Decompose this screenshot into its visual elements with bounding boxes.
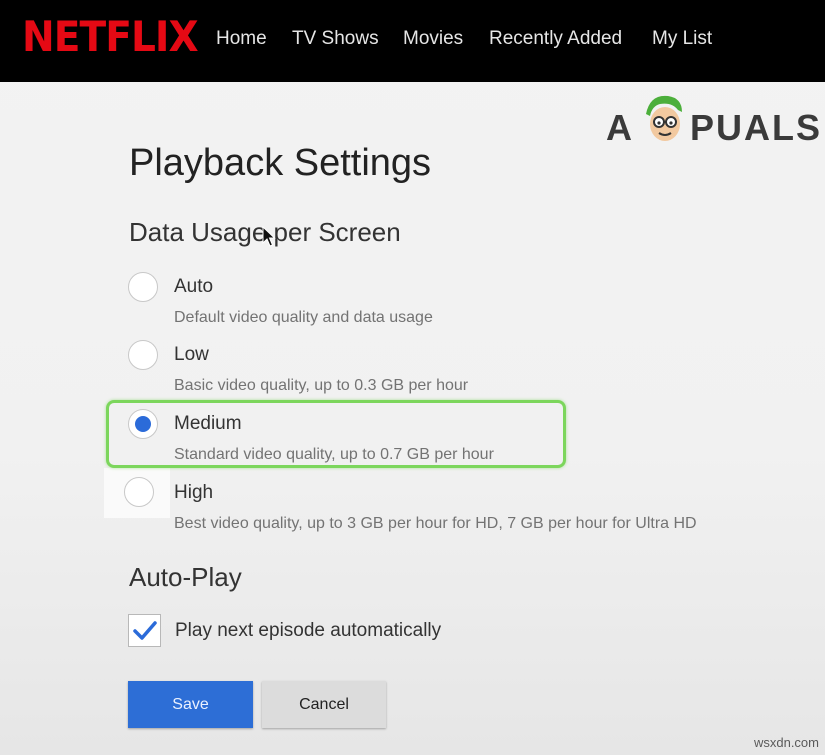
- radio-label-low: Low: [174, 344, 209, 365]
- radio-button-high[interactable]: [124, 477, 154, 507]
- top-navigation-bar: NETFLIX Home TV Shows Movies Recently Ad…: [0, 0, 825, 82]
- source-watermark: wsxdn.com: [753, 735, 819, 750]
- check-icon: [133, 621, 157, 640]
- logo-text: NETFLIX: [22, 12, 199, 61]
- mouse-pointer-icon: [262, 226, 276, 247]
- selection-highlight-annotation: [106, 400, 566, 468]
- autoplay-checkbox-row[interactable]: Play next episode automatically: [128, 614, 548, 648]
- radio-description-auto: Default video quality and data usage: [174, 309, 433, 326]
- nav-link-movies[interactable]: Movies: [403, 27, 463, 51]
- nav-link-recently-added[interactable]: Recently Added: [489, 27, 622, 51]
- netflix-logo[interactable]: NETFLIX: [22, 15, 199, 59]
- radio-description-high: Best video quality, up to 3 GB per hour …: [174, 515, 697, 532]
- nav-link-home[interactable]: Home: [216, 27, 267, 51]
- radio-description-low: Basic video quality, up to 0.3 GB per ho…: [174, 377, 469, 394]
- autoplay-section-title: Auto-Play: [129, 562, 242, 592]
- watermark-text-right: PUALS: [690, 107, 823, 148]
- radio-option-high[interactable]: High Best video quality, up to 3 GB per …: [104, 468, 800, 540]
- page-title: Playback Settings: [129, 142, 432, 184]
- save-button[interactable]: Save: [128, 681, 253, 728]
- mascot-icon: [646, 95, 682, 141]
- autoplay-checkbox[interactable]: [128, 614, 161, 647]
- radio-button-auto[interactable]: [128, 272, 158, 302]
- appuals-watermark: A PUALS: [606, 95, 820, 152]
- radio-option-auto[interactable]: Auto Default video quality and data usag…: [110, 270, 800, 334]
- nav-link-tv-shows[interactable]: TV Shows: [292, 27, 379, 51]
- watermark-text-left: A: [606, 107, 634, 148]
- radio-label-auto: Auto: [174, 276, 214, 297]
- radio-option-low[interactable]: Low Basic video quality, up to 0.3 GB pe…: [110, 338, 800, 402]
- nav-link-my-list[interactable]: My List: [652, 27, 712, 51]
- cancel-button[interactable]: Cancel: [262, 681, 386, 728]
- radio-label-high: High: [174, 482, 214, 503]
- radio-button-low[interactable]: [128, 340, 158, 370]
- autoplay-checkbox-label: Play next episode automatically: [175, 620, 442, 641]
